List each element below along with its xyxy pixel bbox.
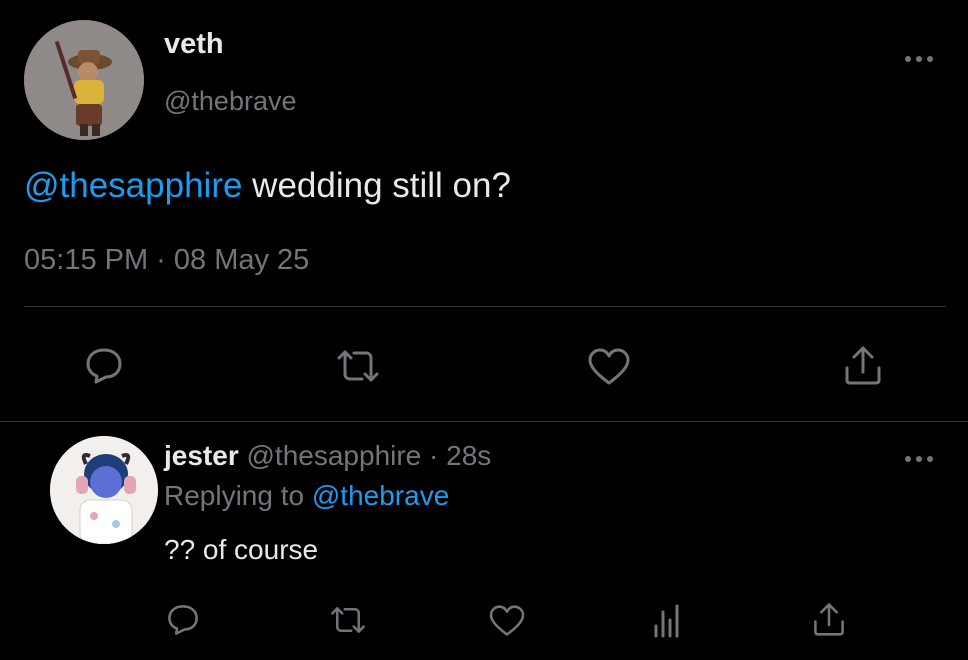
replying-to: Replying to @thebrave <box>164 480 449 512</box>
retweet-icon[interactable] <box>329 603 367 637</box>
replying-prefix: Replying to <box>164 480 312 511</box>
avatar-image <box>50 436 158 544</box>
display-name[interactable]: jester <box>164 440 239 471</box>
share-icon[interactable] <box>812 601 846 637</box>
like-icon[interactable] <box>488 605 526 637</box>
reply-icon[interactable] <box>166 603 200 637</box>
reply-text: ?? of course <box>164 534 319 565</box>
avatar[interactable] <box>24 20 144 140</box>
like-icon[interactable] <box>587 348 631 386</box>
section-divider <box>0 421 968 422</box>
timestamp[interactable]: 05:15 PM · 08 May 25 <box>24 244 309 277</box>
tweet-text: @thesapphire wedding still on? <box>24 166 511 206</box>
display-name[interactable]: veth <box>164 28 224 61</box>
mention-link[interactable]: @thesapphire <box>24 166 242 205</box>
tweet-body: wedding still on? <box>242 166 511 205</box>
more-horizontal-icon[interactable] <box>904 452 934 466</box>
divider <box>24 306 946 307</box>
analytics-icon[interactable] <box>651 604 683 638</box>
replying-handle-link[interactable]: @thebrave <box>312 480 449 511</box>
avatar[interactable] <box>50 436 158 544</box>
retweet-icon[interactable] <box>335 346 381 386</box>
reply-header: jester @thesapphire · 28s <box>164 440 491 472</box>
reply-icon[interactable] <box>84 346 124 386</box>
user-handle[interactable]: @thebrave <box>164 86 296 117</box>
more-horizontal-icon[interactable] <box>904 52 934 66</box>
share-icon[interactable] <box>843 344 883 386</box>
tweet-age: · 28s <box>429 440 492 471</box>
user-handle[interactable]: @thesapphire <box>247 440 422 471</box>
avatar-image <box>24 20 144 140</box>
